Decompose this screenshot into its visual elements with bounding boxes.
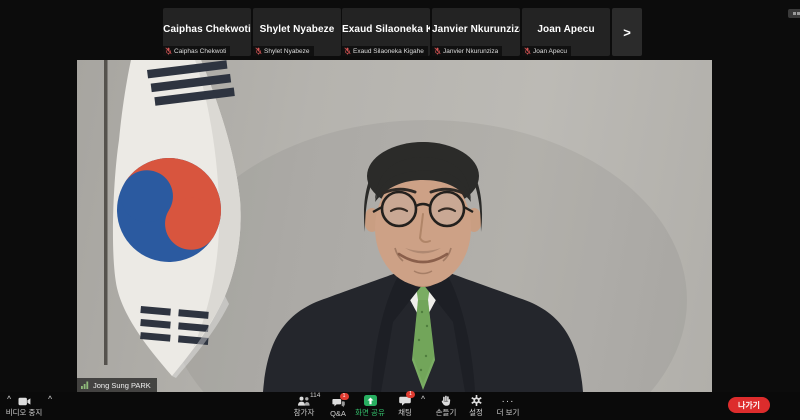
muted-mic-icon <box>165 47 172 55</box>
share-screen-label: 화면 공유 <box>355 408 385 417</box>
participant-name: Joan Apecu <box>537 24 595 35</box>
chevron-right-icon: > <box>623 24 631 40</box>
active-speaker-video[interactable]: Jong Sung PARK <box>77 60 712 392</box>
share-screen-icon <box>363 395 377 406</box>
leave-button[interactable]: 나가기 <box>728 397 770 413</box>
participant-nametag: Joan Apecu <box>522 46 571 56</box>
connection-signal-icon <box>81 381 89 389</box>
participant-tile[interactable]: Exaud Silaoneka Kigahe Exaud Silaoneka K… <box>342 8 430 56</box>
more-icon: ··· <box>501 396 515 407</box>
chat-badge: 1 <box>406 391 415 398</box>
chat-label: 채팅 <box>398 408 412 417</box>
muted-mic-icon <box>255 47 262 55</box>
participant-name: Exaud Silaoneka Kigahe <box>342 24 430 35</box>
muted-mic-icon <box>434 47 441 55</box>
participant-nametag-label: Caiphas Chekwoti <box>174 47 227 55</box>
video-camera-icon <box>18 397 30 406</box>
participant-nametag-label: Exaud Silaoneka Kigahe <box>353 47 424 55</box>
gear-icon <box>470 395 482 406</box>
participant-nametag-label: Shylet Nyabeze <box>264 47 310 55</box>
stop-video-label: 비디오 중지 <box>5 408 43 417</box>
leave-label: 나가기 <box>737 400 761 410</box>
raise-hand-icon <box>441 395 450 406</box>
participant-nametag: Caiphas Chekwoti <box>163 46 231 56</box>
participant-tile[interactable]: Shylet Nyabeze Shylet Nyabeze <box>253 8 341 56</box>
settings-label: 설정 <box>469 408 483 417</box>
participant-tile[interactable]: Janvier Nkurunziza Janvier Nkurunziza <box>432 8 520 56</box>
participant-nametag: Exaud Silaoneka Kigahe <box>342 46 428 56</box>
participant-tile[interactable]: Joan Apecu Joan Apecu <box>522 8 610 56</box>
more-label: 더 보기 <box>496 408 520 417</box>
flag-pole <box>104 60 108 365</box>
muted-mic-icon <box>344 47 351 55</box>
stop-video-button[interactable]: 비디오 중지 <box>2 394 46 418</box>
meeting-toolbar: 음소거 ^ 비디오 중지 ^ 114 참가자 <box>0 391 800 420</box>
filmstrip-next-button[interactable]: > <box>612 8 642 56</box>
more-button[interactable]: ··· 더 보기 <box>486 394 530 418</box>
speaker-scene <box>104 60 687 392</box>
speaker-name-label: Jong Sung PARK <box>93 380 151 390</box>
view-toggle-icon[interactable] <box>788 9 800 18</box>
participant-nametag-label: Janvier Nkurunziza <box>443 47 499 55</box>
speaker-nametag: Jong Sung PARK <box>77 378 157 392</box>
participant-nametag: Janvier Nkurunziza <box>432 46 503 56</box>
participants-label: 참가자 <box>293 408 315 417</box>
video-options-caret[interactable]: ^ <box>48 396 52 403</box>
participant-name: Shylet Nyabeze <box>259 24 335 35</box>
participants-icon <box>298 396 310 406</box>
muted-mic-icon <box>524 47 531 55</box>
zoom-meeting-window: Caiphas Chekwoti Caiphas Chekwoti Shylet… <box>0 0 800 420</box>
participant-nametag-label: Joan Apecu <box>533 47 567 55</box>
participant-nametag: Shylet Nyabeze <box>253 46 314 56</box>
participant-filmstrip: Caiphas Chekwoti Caiphas Chekwoti Shylet… <box>0 0 800 60</box>
qa-label: Q&A <box>330 409 346 418</box>
participant-tile[interactable]: Caiphas Chekwoti Caiphas Chekwoti <box>163 8 251 56</box>
participant-name: Caiphas Chekwoti <box>163 24 251 35</box>
participant-name: Janvier Nkurunziza <box>432 24 520 35</box>
